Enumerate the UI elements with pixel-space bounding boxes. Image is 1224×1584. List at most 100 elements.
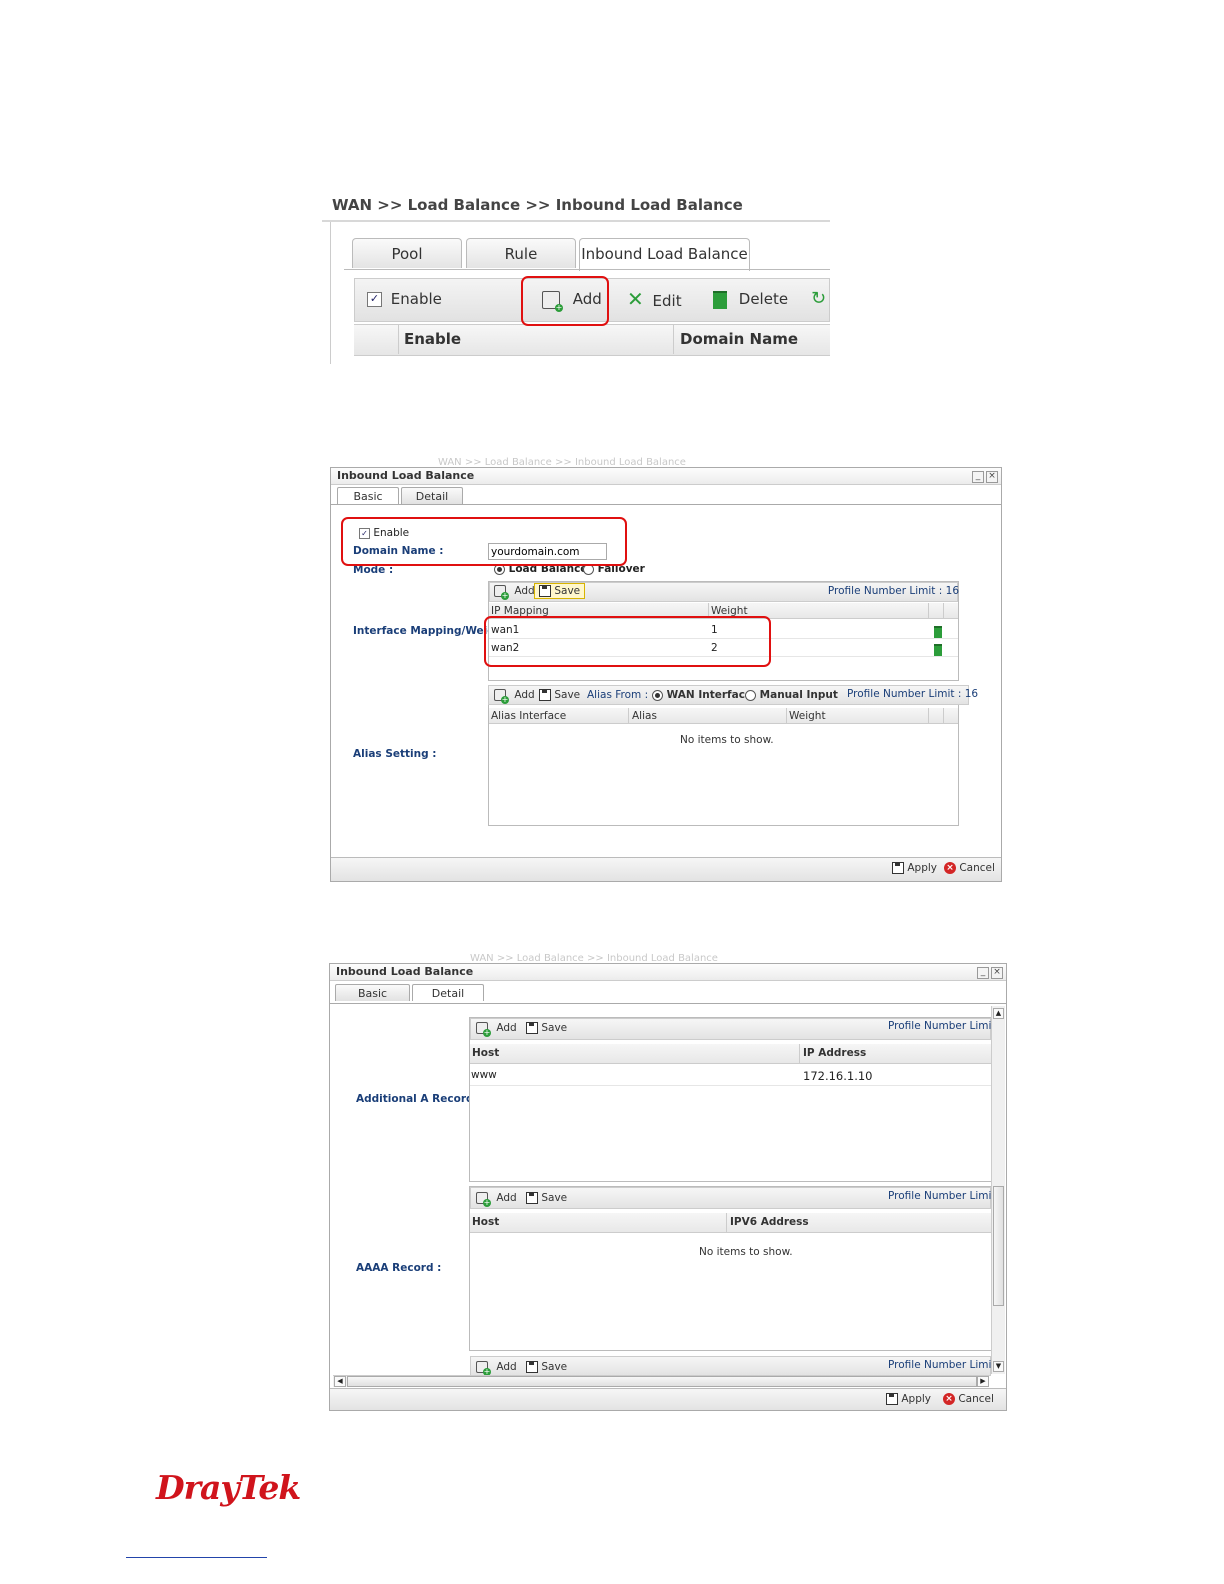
column-header-enable[interactable]: Enable bbox=[404, 330, 461, 348]
tab-rule[interactable]: Rule bbox=[466, 238, 576, 268]
a-record-ip[interactable]: 172.16.1.10 bbox=[803, 1069, 873, 1083]
refresh-icon[interactable]: ↻ bbox=[811, 287, 826, 311]
alias-wan-interface-radio[interactable]: WAN Interface bbox=[652, 689, 752, 701]
tab-inbound-load-balance[interactable]: Inbound Load Balance bbox=[579, 238, 750, 271]
alias-setting-label: Alias Setting : bbox=[353, 748, 437, 760]
a-record-host[interactable]: www bbox=[471, 1069, 497, 1081]
save-label: Save bbox=[541, 1192, 568, 1204]
dialog-title: Inbound Load Balance bbox=[330, 964, 1006, 981]
alias-option-label: WAN Interface bbox=[666, 689, 753, 701]
wrench-icon: ✕ bbox=[627, 287, 644, 311]
a-record-add-button[interactable]: Add bbox=[476, 1022, 517, 1037]
save-label: Save bbox=[541, 1022, 568, 1034]
apply-label: Apply bbox=[901, 1393, 931, 1405]
trash-icon bbox=[934, 644, 942, 656]
tab-detail[interactable]: Detail bbox=[401, 487, 463, 504]
minimize-icon[interactable]: _ bbox=[977, 967, 989, 979]
column-header-weight[interactable]: Weight bbox=[789, 710, 826, 722]
mapping-save-button[interactable]: Save bbox=[534, 583, 586, 599]
column-divider bbox=[943, 603, 944, 619]
edit-button[interactable]: ✕ Edit bbox=[627, 287, 682, 311]
aaaa-add-button[interactable]: Add bbox=[476, 1192, 517, 1207]
cancel-button[interactable]: × Cancel bbox=[944, 862, 995, 874]
column-divider bbox=[786, 708, 787, 724]
save-icon bbox=[892, 862, 904, 874]
column-header-alias[interactable]: Alias bbox=[632, 710, 657, 722]
scroll-down-icon[interactable]: ▼ bbox=[993, 1361, 1004, 1372]
add-label: Add bbox=[496, 1361, 517, 1373]
enable-checkbox[interactable]: ✓ Enable bbox=[367, 287, 442, 311]
cancel-button[interactable]: × Cancel bbox=[943, 1393, 994, 1405]
add-label: Add bbox=[496, 1192, 517, 1204]
column-divider bbox=[398, 324, 399, 354]
scroll-thumb[interactable] bbox=[993, 1186, 1004, 1306]
column-divider bbox=[943, 708, 944, 724]
add-icon bbox=[476, 1361, 491, 1376]
column-header-domain-name[interactable]: Domain Name bbox=[680, 330, 798, 348]
column-header-ip-address[interactable]: IP Address bbox=[803, 1047, 866, 1059]
profile-limit-text: Profile Number Limi bbox=[888, 1359, 992, 1371]
column-divider bbox=[628, 708, 629, 724]
add-icon bbox=[494, 689, 509, 704]
trash-icon bbox=[934, 626, 942, 638]
mapping-add-button[interactable]: Add bbox=[494, 585, 535, 600]
save-label: Save bbox=[541, 1361, 568, 1373]
a-record-save-button[interactable]: Save bbox=[526, 1022, 567, 1034]
add-label: Add bbox=[496, 1022, 517, 1034]
add-icon bbox=[476, 1022, 491, 1037]
cancel-label: Cancel bbox=[959, 862, 995, 874]
save-label: Save bbox=[554, 689, 581, 701]
third-add-button[interactable]: Add bbox=[476, 1361, 517, 1376]
frame-border bbox=[330, 222, 331, 364]
horizontal-scroll-thumb[interactable] bbox=[347, 1376, 977, 1387]
apply-button[interactable]: Apply bbox=[886, 1393, 931, 1405]
save-icon bbox=[526, 1361, 538, 1373]
dialog-detail: Inbound Load Balance _ × Basic Detail Ad… bbox=[329, 963, 1007, 1411]
profile-limit-text: Profile Number Limit : 16 bbox=[827, 585, 959, 597]
a-record-header bbox=[470, 1044, 991, 1064]
empty-message: No items to show. bbox=[680, 734, 774, 746]
tab-detail[interactable]: Detail bbox=[412, 984, 484, 1001]
column-header-host[interactable]: Host bbox=[472, 1216, 499, 1228]
tab-pool[interactable]: Pool bbox=[352, 238, 462, 268]
column-divider bbox=[726, 1213, 727, 1233]
alias-manual-input-radio[interactable]: Manual Input bbox=[745, 689, 838, 701]
apply-button[interactable]: Apply bbox=[892, 862, 937, 874]
delete-button[interactable]: Delete bbox=[713, 287, 788, 311]
alias-from-label: Alias From : bbox=[587, 689, 649, 701]
tab-divider bbox=[331, 504, 1001, 505]
alias-save-button[interactable]: Save bbox=[539, 689, 580, 701]
save-label: Save bbox=[554, 585, 581, 597]
minimize-icon[interactable]: _ bbox=[972, 471, 984, 483]
delete-label: Delete bbox=[738, 290, 789, 308]
close-icon[interactable]: × bbox=[991, 967, 1003, 979]
column-header-ipv6-address[interactable]: IPV6 Address bbox=[730, 1216, 809, 1228]
dialog-title: Inbound Load Balance bbox=[331, 468, 1001, 485]
close-icon[interactable]: × bbox=[986, 471, 998, 483]
scroll-right-icon[interactable]: ▶ bbox=[977, 1376, 989, 1387]
column-divider bbox=[928, 603, 929, 619]
aaaa-record-label: AAAA Record : bbox=[356, 1262, 442, 1274]
column-header-alias-interface[interactable]: Alias Interface bbox=[491, 710, 566, 722]
scroll-up-icon[interactable]: ▲ bbox=[993, 1008, 1004, 1019]
tab-basic[interactable]: Basic bbox=[337, 487, 399, 504]
alias-add-button[interactable]: Add bbox=[494, 689, 535, 704]
highlight-mapping-rows bbox=[484, 616, 771, 667]
edit-label: Edit bbox=[652, 292, 682, 310]
save-icon bbox=[886, 1393, 898, 1405]
tab-divider bbox=[344, 269, 830, 270]
column-header-host[interactable]: Host bbox=[472, 1047, 499, 1059]
profile-limit-text: Profile Number Limit : 16 bbox=[847, 688, 979, 700]
trash-icon bbox=[713, 290, 727, 309]
aaaa-save-button[interactable]: Save bbox=[526, 1192, 567, 1204]
tab-basic[interactable]: Basic bbox=[335, 984, 410, 1001]
scroll-left-icon[interactable]: ◀ bbox=[334, 1376, 346, 1387]
save-icon bbox=[526, 1192, 538, 1204]
cancel-label: Cancel bbox=[958, 1393, 994, 1405]
third-save-button[interactable]: Save bbox=[526, 1361, 567, 1373]
page-title: WAN >> Load Balance >> Inbound Load Bala… bbox=[332, 196, 743, 214]
column-divider bbox=[673, 324, 674, 354]
profile-limit-text: Profile Number Limi bbox=[888, 1020, 992, 1032]
add-icon bbox=[476, 1192, 491, 1207]
highlight-add bbox=[521, 276, 609, 326]
